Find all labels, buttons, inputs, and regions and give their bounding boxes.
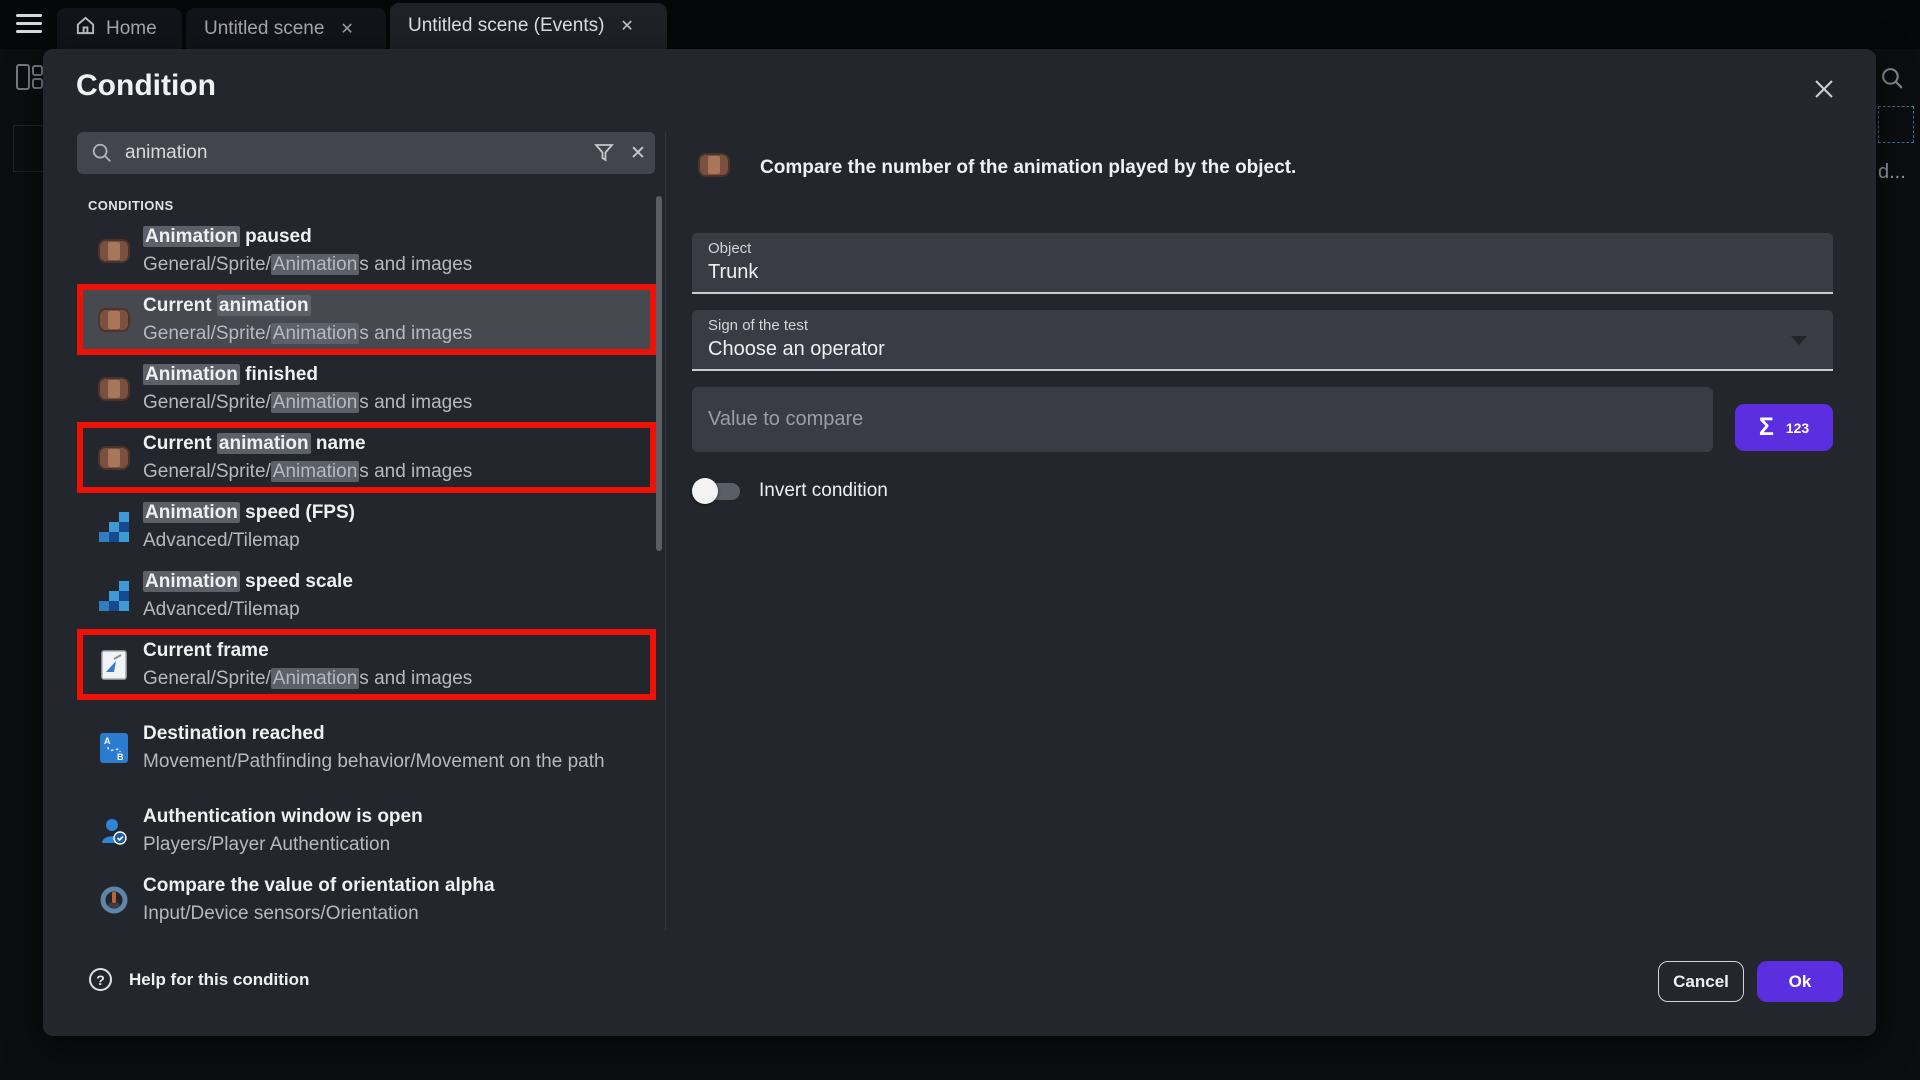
close-tab-icon[interactable]: ✕ (620, 16, 633, 36)
condition-list: Animation paused General/Sprite/Animatio… (77, 216, 665, 930)
help-link[interactable]: ? Help for this condition (89, 968, 309, 991)
editor-fragment (13, 125, 43, 172)
help-icon: ? (89, 968, 112, 991)
svg-text:A: A (104, 736, 111, 746)
condition-list-item[interactable]: AB Destination reached Movement/Pathfind… (77, 699, 656, 796)
condition-list-item[interactable]: Animation speed (FPS) Advanced/Tilemap (77, 492, 656, 561)
condition-path: General/Sprite/Animations and images (143, 320, 472, 348)
search-input[interactable] (125, 142, 587, 164)
condition-path: General/Sprite/Animations and images (143, 389, 472, 417)
tab-home[interactable]: Home (57, 8, 182, 49)
panel-divider (665, 132, 666, 930)
sprite-icon (98, 307, 130, 333)
list-section-header: CONDITIONS (88, 198, 174, 213)
condition-path: Players/Player Authentication (143, 831, 423, 859)
selection-outline (1878, 106, 1914, 143)
condition-title: Current frame (143, 637, 472, 665)
invert-condition-row: Invert condition (692, 477, 888, 505)
object-field-label: Object (708, 240, 1817, 257)
object-field-value: Trunk (708, 261, 1817, 284)
condition-title: Current animation (143, 292, 472, 320)
condition-path: General/Sprite/Animations and images (143, 665, 472, 693)
condition-path: General/Sprite/Animations and images (143, 458, 472, 486)
home-icon (75, 15, 96, 42)
operator-select[interactable]: Sign of the test Choose an operator (692, 310, 1833, 371)
condition-path: General/Sprite/Animations and images (143, 251, 472, 279)
condition-description-row: Compare the number of the animation play… (698, 152, 1296, 183)
operator-select-label: Sign of the test (708, 317, 1817, 334)
condition-description: Compare the number of the animation play… (760, 157, 1296, 179)
condition-list-item[interactable]: Current animation name General/Sprite/An… (77, 423, 656, 492)
pathfinding-icon: AB (98, 733, 130, 763)
sigma-icon: Σ (1759, 413, 1774, 442)
operator-select-value: Choose an operator (708, 338, 1817, 361)
condition-path: Advanced/Tilemap (143, 596, 353, 624)
auth-icon (98, 817, 130, 845)
tab-bar: Home Untitled scene ✕ Untitled scene (Ev… (0, 0, 1920, 49)
tab-label: Home (106, 18, 157, 40)
tilemap-icon (98, 581, 130, 611)
tab-label: Untitled scene (204, 18, 324, 40)
expression-editor-button[interactable]: Σ 123 (1735, 404, 1833, 451)
ok-button[interactable]: Ok (1757, 961, 1843, 1002)
search-icon[interactable] (1880, 66, 1905, 96)
orientation-icon (98, 885, 130, 915)
search-icon (91, 142, 113, 164)
truncated-text: d... (1878, 161, 1906, 184)
sprite-icon (98, 445, 130, 471)
condition-list-item[interactable]: Authentication window is open Players/Pl… (77, 796, 656, 865)
filter-icon[interactable] (587, 136, 621, 170)
value-placeholder: Value to compare (708, 408, 863, 431)
tilemap-icon (98, 512, 130, 542)
condition-path: Movement/Pathfinding behavior/Movement o… (143, 748, 605, 776)
screen: Home Untitled scene ✕ Untitled scene (Ev… (0, 0, 1920, 1080)
list-scrollbar[interactable] (656, 196, 662, 551)
dialog-title: Condition (76, 69, 216, 103)
sprite-animation-icon (698, 152, 730, 183)
condition-path: Advanced/Tilemap (143, 527, 355, 555)
condition-list-item[interactable]: Animation finished General/Sprite/Animat… (77, 354, 656, 423)
condition-title: Current animation name (143, 430, 472, 458)
condition-path: Input/Device sensors/Orientation (143, 900, 495, 928)
numeric-badge: 123 (1786, 420, 1809, 436)
tab-label: Untitled scene (Events) (408, 15, 604, 37)
condition-title: Animation finished (143, 361, 472, 389)
value-to-compare-field[interactable]: Value to compare (692, 387, 1713, 452)
condition-dialog: Condition ✕ CONDITIONS Anim (43, 49, 1876, 1036)
main-menu-icon[interactable] (16, 14, 42, 36)
condition-list-item[interactable]: Current frame General/Sprite/Animations … (77, 630, 656, 699)
condition-list-item[interactable]: Animation paused General/Sprite/Animatio… (77, 216, 656, 285)
frame-icon (98, 650, 130, 680)
condition-search-bar: ✕ (77, 132, 655, 174)
help-label: Help for this condition (129, 970, 309, 990)
sprite-icon (98, 238, 130, 264)
condition-title: Animation speed scale (143, 568, 353, 596)
condition-list-item[interactable]: Current animation General/Sprite/Animati… (77, 285, 656, 354)
tab-untitled-scene-events[interactable]: Untitled scene (Events) ✕ (390, 3, 667, 49)
object-field[interactable]: Object Trunk (692, 233, 1833, 294)
invert-condition-toggle[interactable] (692, 477, 744, 505)
condition-title: Animation paused (143, 223, 472, 251)
condition-list-item[interactable]: Animation speed scale Advanced/Tilemap (77, 561, 656, 630)
svg-text:B: B (117, 752, 124, 762)
objects-panel-icon[interactable] (16, 64, 44, 90)
condition-title: Authentication window is open (143, 803, 423, 831)
chevron-down-icon (1791, 336, 1807, 345)
condition-title: Destination reached (143, 720, 605, 748)
invert-condition-label: Invert condition (759, 480, 888, 502)
cancel-button[interactable]: Cancel (1658, 961, 1744, 1002)
tab-untitled-scene[interactable]: Untitled scene ✕ (186, 8, 386, 49)
condition-title: Animation speed (FPS) (143, 499, 355, 527)
condition-title: Compare the value of orientation alpha (143, 872, 495, 900)
sprite-icon (98, 376, 130, 402)
condition-list-item[interactable]: Compare the value of orientation alpha I… (77, 865, 656, 930)
clear-search-icon[interactable]: ✕ (621, 136, 655, 170)
close-tab-icon[interactable]: ✕ (340, 19, 353, 39)
close-dialog-icon[interactable] (1807, 72, 1841, 106)
